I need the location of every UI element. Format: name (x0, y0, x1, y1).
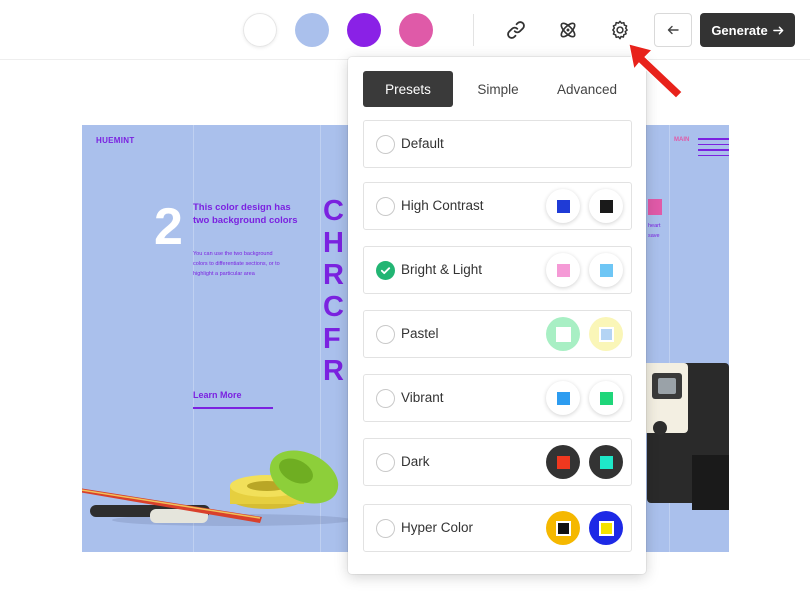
arrow-left-icon (667, 25, 679, 35)
tab-advanced[interactable]: Advanced (543, 71, 631, 107)
color-chip (589, 189, 623, 223)
color-swatch-pink[interactable] (399, 13, 433, 47)
arrow-right-icon (772, 26, 784, 34)
tab-presets[interactable]: Presets (363, 71, 453, 107)
radio-button[interactable] (376, 135, 395, 154)
color-chip-square (555, 520, 571, 536)
link-button[interactable] (501, 15, 531, 45)
radio-button[interactable] (376, 519, 395, 538)
preset-label: Hyper Color (401, 520, 474, 535)
preset-option-dark[interactable]: Dark (363, 438, 632, 486)
color-swatch-violet[interactable] (347, 13, 381, 47)
preset-option-default[interactable]: Default (363, 120, 632, 168)
color-chip (589, 253, 623, 287)
atom-icon (560, 22, 576, 38)
preset-label: Bright & Light (401, 262, 483, 277)
preset-option-high-contrast[interactable]: High Contrast (363, 182, 632, 230)
check-circle-icon[interactable] (376, 261, 395, 280)
generate-button-label: Generate (711, 22, 768, 38)
color-chip-square (599, 391, 613, 405)
preset-option-hyper-color[interactable]: Hyper Color (363, 504, 632, 552)
color-chip-square (556, 455, 570, 469)
color-chip-square (555, 326, 571, 342)
gear-icon (612, 20, 628, 40)
color-chip (546, 511, 580, 545)
app-page: HUEMINT MAIN 2 This color design has two… (0, 0, 810, 595)
checkmark-icon (380, 267, 391, 275)
preset-option-pastel[interactable]: Pastel (363, 310, 632, 358)
preset-label: Vibrant (401, 390, 444, 405)
arrow-shape (628, 43, 683, 99)
camera-shape (642, 363, 729, 510)
preset-label: Dark (401, 454, 430, 469)
tab-simple[interactable]: Simple (463, 71, 533, 107)
top-toolbar: Generate (0, 0, 810, 60)
preset-option-bright-light[interactable]: Bright & Light (363, 246, 632, 294)
radio-button[interactable] (376, 453, 395, 472)
preset-label: Default (401, 136, 444, 151)
color-chip-square (556, 263, 570, 277)
color-chip-square (556, 391, 570, 405)
radio-button[interactable] (376, 325, 395, 344)
annotation-arrow-icon (628, 43, 683, 99)
color-chip (589, 445, 623, 479)
color-chip (589, 511, 623, 545)
color-swatch-white[interactable] (243, 13, 277, 47)
generate-button[interactable]: Generate (700, 13, 795, 47)
link-icon (507, 21, 525, 39)
preset-label: High Contrast (401, 198, 484, 213)
color-chip (546, 189, 580, 223)
atom-button[interactable] (553, 15, 583, 45)
color-chip (546, 253, 580, 287)
toolbar-divider (473, 14, 474, 46)
settings-popup: Presets Simple Advanced Default High Cont… (348, 57, 646, 574)
radio-button[interactable] (376, 389, 395, 408)
color-chip (589, 381, 623, 415)
settings-tabs: Presets Simple Advanced (363, 71, 631, 107)
radio-button[interactable] (376, 197, 395, 216)
color-chip-square (598, 520, 614, 536)
color-chip-square (556, 199, 570, 213)
color-chip-square (599, 263, 613, 277)
color-chip (546, 317, 580, 351)
preset-option-vibrant[interactable]: Vibrant (363, 374, 632, 422)
color-chip-square (599, 455, 613, 469)
preset-label: Pastel (401, 326, 439, 341)
color-chip-square (599, 199, 613, 213)
color-chip (546, 445, 580, 479)
color-chip (589, 317, 623, 351)
color-swatch-periwinkle[interactable] (295, 13, 329, 47)
color-chip-square (598, 326, 614, 342)
color-chip (546, 381, 580, 415)
